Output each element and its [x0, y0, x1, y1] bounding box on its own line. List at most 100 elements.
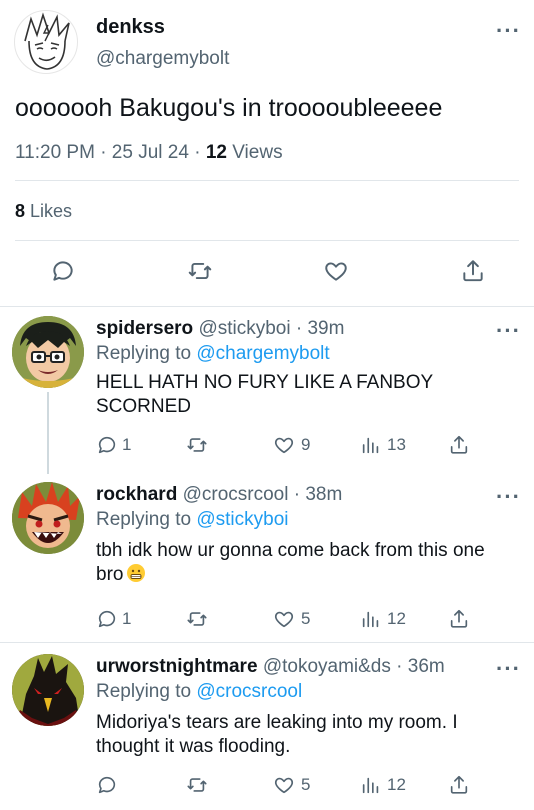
reply-age[interactable]: · 36m: [391, 656, 445, 677]
replying-to: Replying to @crocsrcool: [96, 681, 302, 703]
avatar[interactable]: [14, 10, 78, 74]
reply-tweet[interactable]: urworstnightmare @tokoyami&ds · 36m ··· …: [0, 642, 534, 810]
reply-age[interactable]: · 38m: [288, 484, 343, 505]
tweet-timestamp[interactable]: 11:20 PM · 25 Jul 24 ·: [15, 142, 206, 163]
replying-to-link[interactable]: @stickyboi: [196, 509, 288, 530]
reply-icon: [98, 610, 116, 628]
tweet-meta: 11:20 PM · 25 Jul 24 · 12 Views: [15, 142, 283, 164]
reply-header: rockhard @crocsrcool · 38m: [96, 484, 342, 506]
display-name[interactable]: rockhard: [96, 484, 177, 505]
views-count: 12: [205, 142, 227, 163]
views-label: Views: [226, 142, 283, 163]
divider: [15, 180, 519, 181]
replying-to-link[interactable]: @chargemybolt: [196, 343, 329, 364]
like-count: 5: [301, 775, 311, 794]
reply-tweet[interactable]: rockhard @crocsrcool · 38m ··· Replying …: [0, 474, 534, 642]
reply-button[interactable]: [50, 258, 76, 284]
more-icon[interactable]: ···: [496, 486, 521, 508]
reply-icon: [98, 436, 116, 454]
more-icon[interactable]: ···: [496, 20, 521, 42]
like-button[interactable]: 9: [272, 434, 310, 456]
avatar[interactable]: [12, 654, 84, 726]
replying-prefix: Replying to: [96, 681, 197, 702]
reply-age[interactable]: · 39m: [291, 318, 345, 339]
views-icon: [362, 437, 379, 454]
retweet-button[interactable]: [186, 774, 208, 796]
main-tweet: denkss @chargemybolt ··· ooooooh Bakugou…: [0, 0, 534, 305]
user-handle[interactable]: @crocsrcool: [183, 484, 289, 505]
reply-text: Midoriya's tears are leaking into my roo…: [96, 712, 458, 757]
user-handle[interactable]: @stickyboi: [198, 318, 290, 339]
view-count: 12: [387, 609, 406, 628]
share-icon: [450, 775, 468, 794]
likes-summary[interactable]: 8 Likes: [15, 201, 72, 222]
share-button[interactable]: [448, 434, 470, 456]
reply-text: tbh idk how ur gonna come back from this…: [96, 539, 516, 587]
views-button[interactable]: 12: [360, 608, 406, 630]
tweet-text: ooooooh Bakugou's in troooouble​eeee: [15, 94, 443, 122]
replying-prefix: Replying to: [96, 509, 197, 530]
reply-icon: [98, 776, 116, 794]
more-icon[interactable]: ···: [496, 658, 521, 680]
share-icon: [450, 609, 468, 628]
retweet-icon: [187, 778, 207, 792]
views-button[interactable]: 12: [360, 774, 406, 796]
like-button[interactable]: 5: [272, 774, 310, 796]
replying-to: Replying to @chargemybolt: [96, 343, 330, 365]
likes-label: Likes: [25, 201, 73, 221]
reply-button[interactable]: 1: [96, 608, 131, 630]
grimacing-face-icon: [127, 564, 146, 582]
reply-count: 1: [122, 609, 132, 628]
like-count: 5: [301, 609, 311, 628]
view-count: 12: [387, 775, 406, 794]
views-icon: [362, 777, 379, 794]
retweet-button[interactable]: [187, 258, 213, 284]
replying-prefix: Replying to: [96, 343, 197, 364]
like-icon: [325, 262, 347, 281]
replying-to-link[interactable]: @crocsrcool: [196, 681, 302, 702]
reply-count: 1: [122, 435, 132, 454]
like-button[interactable]: 5: [272, 608, 310, 630]
reply-text-content: tbh idk how ur gonna come back from this…: [96, 540, 485, 585]
like-icon: [274, 777, 294, 794]
user-handle[interactable]: @chargemybolt: [96, 48, 229, 70]
share-icon: [463, 260, 483, 282]
likes-count: 8: [15, 201, 26, 221]
like-count: 9: [301, 435, 311, 454]
avatar-anime-character-image: [12, 654, 84, 726]
reply-button[interactable]: [96, 774, 118, 796]
views-button[interactable]: 13: [360, 434, 406, 456]
retweet-icon: [187, 612, 207, 626]
like-icon: [274, 611, 294, 628]
retweet-button[interactable]: [186, 608, 208, 630]
display-name[interactable]: denkss: [96, 16, 165, 39]
like-icon: [274, 437, 294, 454]
avatar-anime-character-image: [12, 316, 84, 388]
share-button[interactable]: [448, 774, 470, 796]
reply-icon: [53, 261, 73, 281]
reply-button[interactable]: 1: [96, 434, 131, 456]
divider: [15, 240, 519, 241]
views-icon: [362, 611, 379, 628]
reply-text: HELL HATH NO FURY LIKE A FANBOY SCORNED: [96, 372, 433, 417]
avatar[interactable]: [12, 316, 84, 388]
like-button[interactable]: [322, 258, 350, 284]
user-handle[interactable]: @tokoyami&ds: [263, 656, 391, 677]
main-action-bar: [0, 258, 534, 290]
share-icon: [450, 435, 468, 454]
avatar-sketch-image: [24, 12, 70, 70]
reply-tweet[interactable]: spidersero @stickyboi · 39m ··· Replying…: [0, 306, 534, 474]
display-name[interactable]: urworstnightmare: [96, 656, 258, 677]
avatar[interactable]: [12, 482, 84, 554]
display-name[interactable]: spidersero: [96, 318, 193, 339]
retweet-icon: [187, 438, 207, 452]
reply-header: spidersero @stickyboi · 39m: [96, 318, 344, 340]
retweet-button[interactable]: [186, 434, 208, 456]
view-count: 13: [387, 435, 406, 454]
share-button[interactable]: [460, 258, 486, 284]
reply-header: urworstnightmare @tokoyami&ds · 36m: [96, 656, 445, 678]
share-button[interactable]: [448, 608, 470, 630]
replying-to: Replying to @stickyboi: [96, 509, 289, 531]
more-icon[interactable]: ···: [496, 320, 521, 342]
avatar-anime-character-image: [12, 482, 84, 554]
